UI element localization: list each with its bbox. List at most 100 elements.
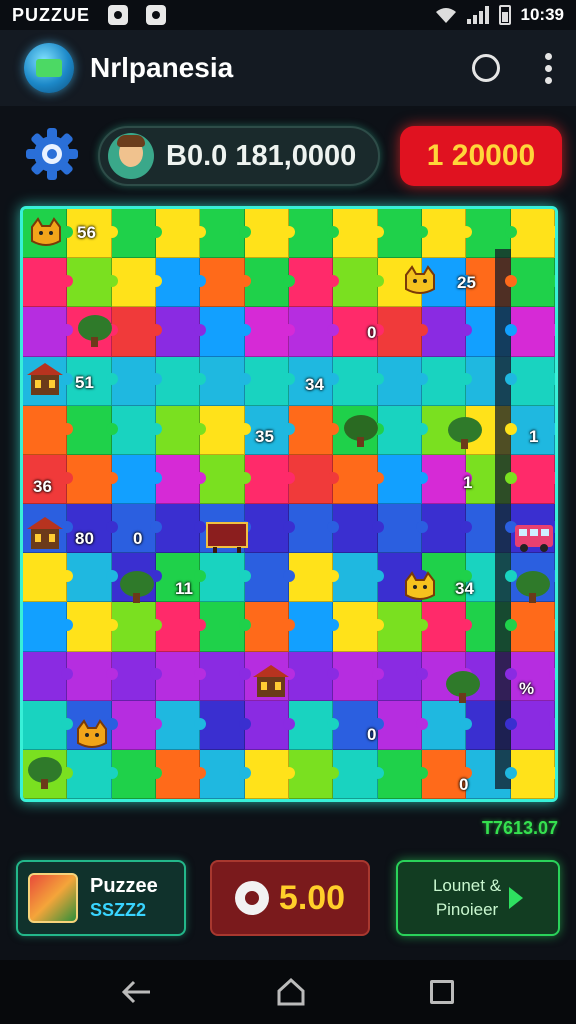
puzzle-piece[interactable]: [155, 700, 207, 750]
puzzle-piece[interactable]: [23, 700, 74, 750]
puzzle-piece[interactable]: [67, 454, 119, 504]
puzzle-piece[interactable]: [288, 405, 340, 455]
puzzle-piece[interactable]: [377, 454, 429, 504]
puzzle-piece[interactable]: [421, 602, 473, 652]
puzzle-piece[interactable]: [155, 405, 207, 455]
puzzle-piece[interactable]: [111, 307, 163, 357]
puzzle-piece[interactable]: [510, 356, 555, 406]
puzzle-piece[interactable]: [67, 602, 119, 652]
puzzle-piece[interactable]: [333, 454, 385, 504]
puzzle-piece[interactable]: [333, 602, 385, 652]
puzzle-piece[interactable]: [244, 258, 296, 308]
puzzle-piece[interactable]: [155, 454, 207, 504]
puzzle-piece[interactable]: [377, 700, 429, 750]
back-icon[interactable]: [122, 980, 152, 1004]
puzzle-piece[interactable]: [377, 307, 429, 357]
puzzle-piece[interactable]: [288, 307, 340, 357]
gems-counter[interactable]: 1 20000: [400, 126, 562, 186]
puzzle-piece[interactable]: [200, 405, 252, 455]
puzzle-piece[interactable]: [244, 602, 296, 652]
puzzle-piece[interactable]: [155, 307, 207, 357]
puzzle-piece[interactable]: [111, 700, 163, 750]
puzzle-grid[interactable]: [23, 209, 555, 799]
puzzle-piece[interactable]: [111, 258, 163, 308]
puzzle-piece[interactable]: [377, 356, 429, 406]
puzzle-piece[interactable]: [244, 504, 296, 554]
puzzle-piece[interactable]: [155, 209, 207, 259]
puzzle-piece[interactable]: [510, 749, 555, 799]
puzzle-piece[interactable]: [23, 405, 74, 455]
puzzle-piece[interactable]: [155, 504, 207, 554]
puzzle-select-button[interactable]: Puzzee SSZZ2: [16, 860, 186, 936]
puzzle-piece[interactable]: [111, 454, 163, 504]
puzzle-piece[interactable]: [200, 651, 252, 701]
puzzle-piece[interactable]: [510, 454, 555, 504]
puzzle-piece[interactable]: [244, 553, 296, 603]
puzzle-piece[interactable]: [111, 356, 163, 406]
puzzle-piece[interactable]: [244, 356, 296, 406]
puzzle-piece[interactable]: [200, 700, 252, 750]
puzzle-piece[interactable]: [111, 602, 163, 652]
puzzle-piece[interactable]: [421, 307, 473, 357]
puzzle-piece[interactable]: [244, 700, 296, 750]
puzzle-piece[interactable]: [421, 454, 473, 504]
puzzle-piece[interactable]: [23, 553, 74, 603]
puzzle-piece[interactable]: [200, 307, 252, 357]
settings-gear-icon[interactable]: [24, 126, 80, 182]
puzzle-piece[interactable]: [333, 356, 385, 406]
puzzle-piece[interactable]: [23, 307, 74, 357]
puzzle-piece[interactable]: [155, 651, 207, 701]
puzzle-piece[interactable]: [111, 651, 163, 701]
puzzle-piece[interactable]: [200, 454, 252, 504]
price-button[interactable]: 5.00: [210, 860, 370, 936]
puzzle-piece[interactable]: [67, 749, 119, 799]
next-button[interactable]: Lounet & Pinoieer: [396, 860, 560, 936]
puzzle-piece[interactable]: [155, 749, 207, 799]
puzzle-piece[interactable]: [200, 553, 252, 603]
puzzle-piece[interactable]: [288, 602, 340, 652]
puzzle-piece[interactable]: [377, 651, 429, 701]
puzzle-piece[interactable]: [333, 651, 385, 701]
puzzle-piece[interactable]: [244, 209, 296, 259]
puzzle-piece[interactable]: [111, 749, 163, 799]
puzzle-piece[interactable]: [288, 553, 340, 603]
puzzle-piece[interactable]: [510, 700, 555, 750]
puzzle-piece[interactable]: [200, 258, 252, 308]
puzzle-piece[interactable]: [67, 405, 119, 455]
puzzle-piece[interactable]: [510, 258, 555, 308]
puzzle-piece[interactable]: [288, 258, 340, 308]
puzzle-piece[interactable]: [111, 209, 163, 259]
puzzle-piece[interactable]: [510, 209, 555, 259]
puzzle-piece[interactable]: [111, 405, 163, 455]
puzzle-piece[interactable]: [421, 700, 473, 750]
puzzle-piece[interactable]: [288, 209, 340, 259]
puzzle-piece[interactable]: [510, 307, 555, 357]
puzzle-piece[interactable]: [155, 356, 207, 406]
puzzle-piece[interactable]: [377, 749, 429, 799]
puzzle-piece[interactable]: [23, 602, 74, 652]
circle-icon[interactable]: [472, 54, 500, 82]
puzzle-piece[interactable]: [23, 651, 74, 701]
puzzle-piece[interactable]: [421, 209, 473, 259]
more-vert-icon[interactable]: [544, 52, 552, 84]
puzzle-piece[interactable]: [333, 258, 385, 308]
puzzle-piece[interactable]: [333, 749, 385, 799]
puzzle-piece[interactable]: [288, 749, 340, 799]
puzzle-piece[interactable]: [200, 749, 252, 799]
puzzle-piece[interactable]: [67, 651, 119, 701]
puzzle-piece[interactable]: [421, 504, 473, 554]
coins-counter[interactable]: B0.0 181,0000: [98, 126, 380, 186]
puzzle-piece[interactable]: [288, 504, 340, 554]
puzzle-piece[interactable]: [377, 405, 429, 455]
puzzle-piece[interactable]: [510, 602, 555, 652]
puzzle-piece[interactable]: [377, 209, 429, 259]
puzzle-piece[interactable]: [377, 602, 429, 652]
puzzle-piece[interactable]: [244, 454, 296, 504]
puzzle-piece[interactable]: [333, 504, 385, 554]
puzzle-piece[interactable]: [244, 307, 296, 357]
puzzle-piece[interactable]: [200, 356, 252, 406]
puzzle-piece[interactable]: [421, 356, 473, 406]
home-icon[interactable]: [276, 977, 306, 1007]
recents-icon[interactable]: [430, 980, 454, 1004]
puzzle-piece[interactable]: [155, 602, 207, 652]
